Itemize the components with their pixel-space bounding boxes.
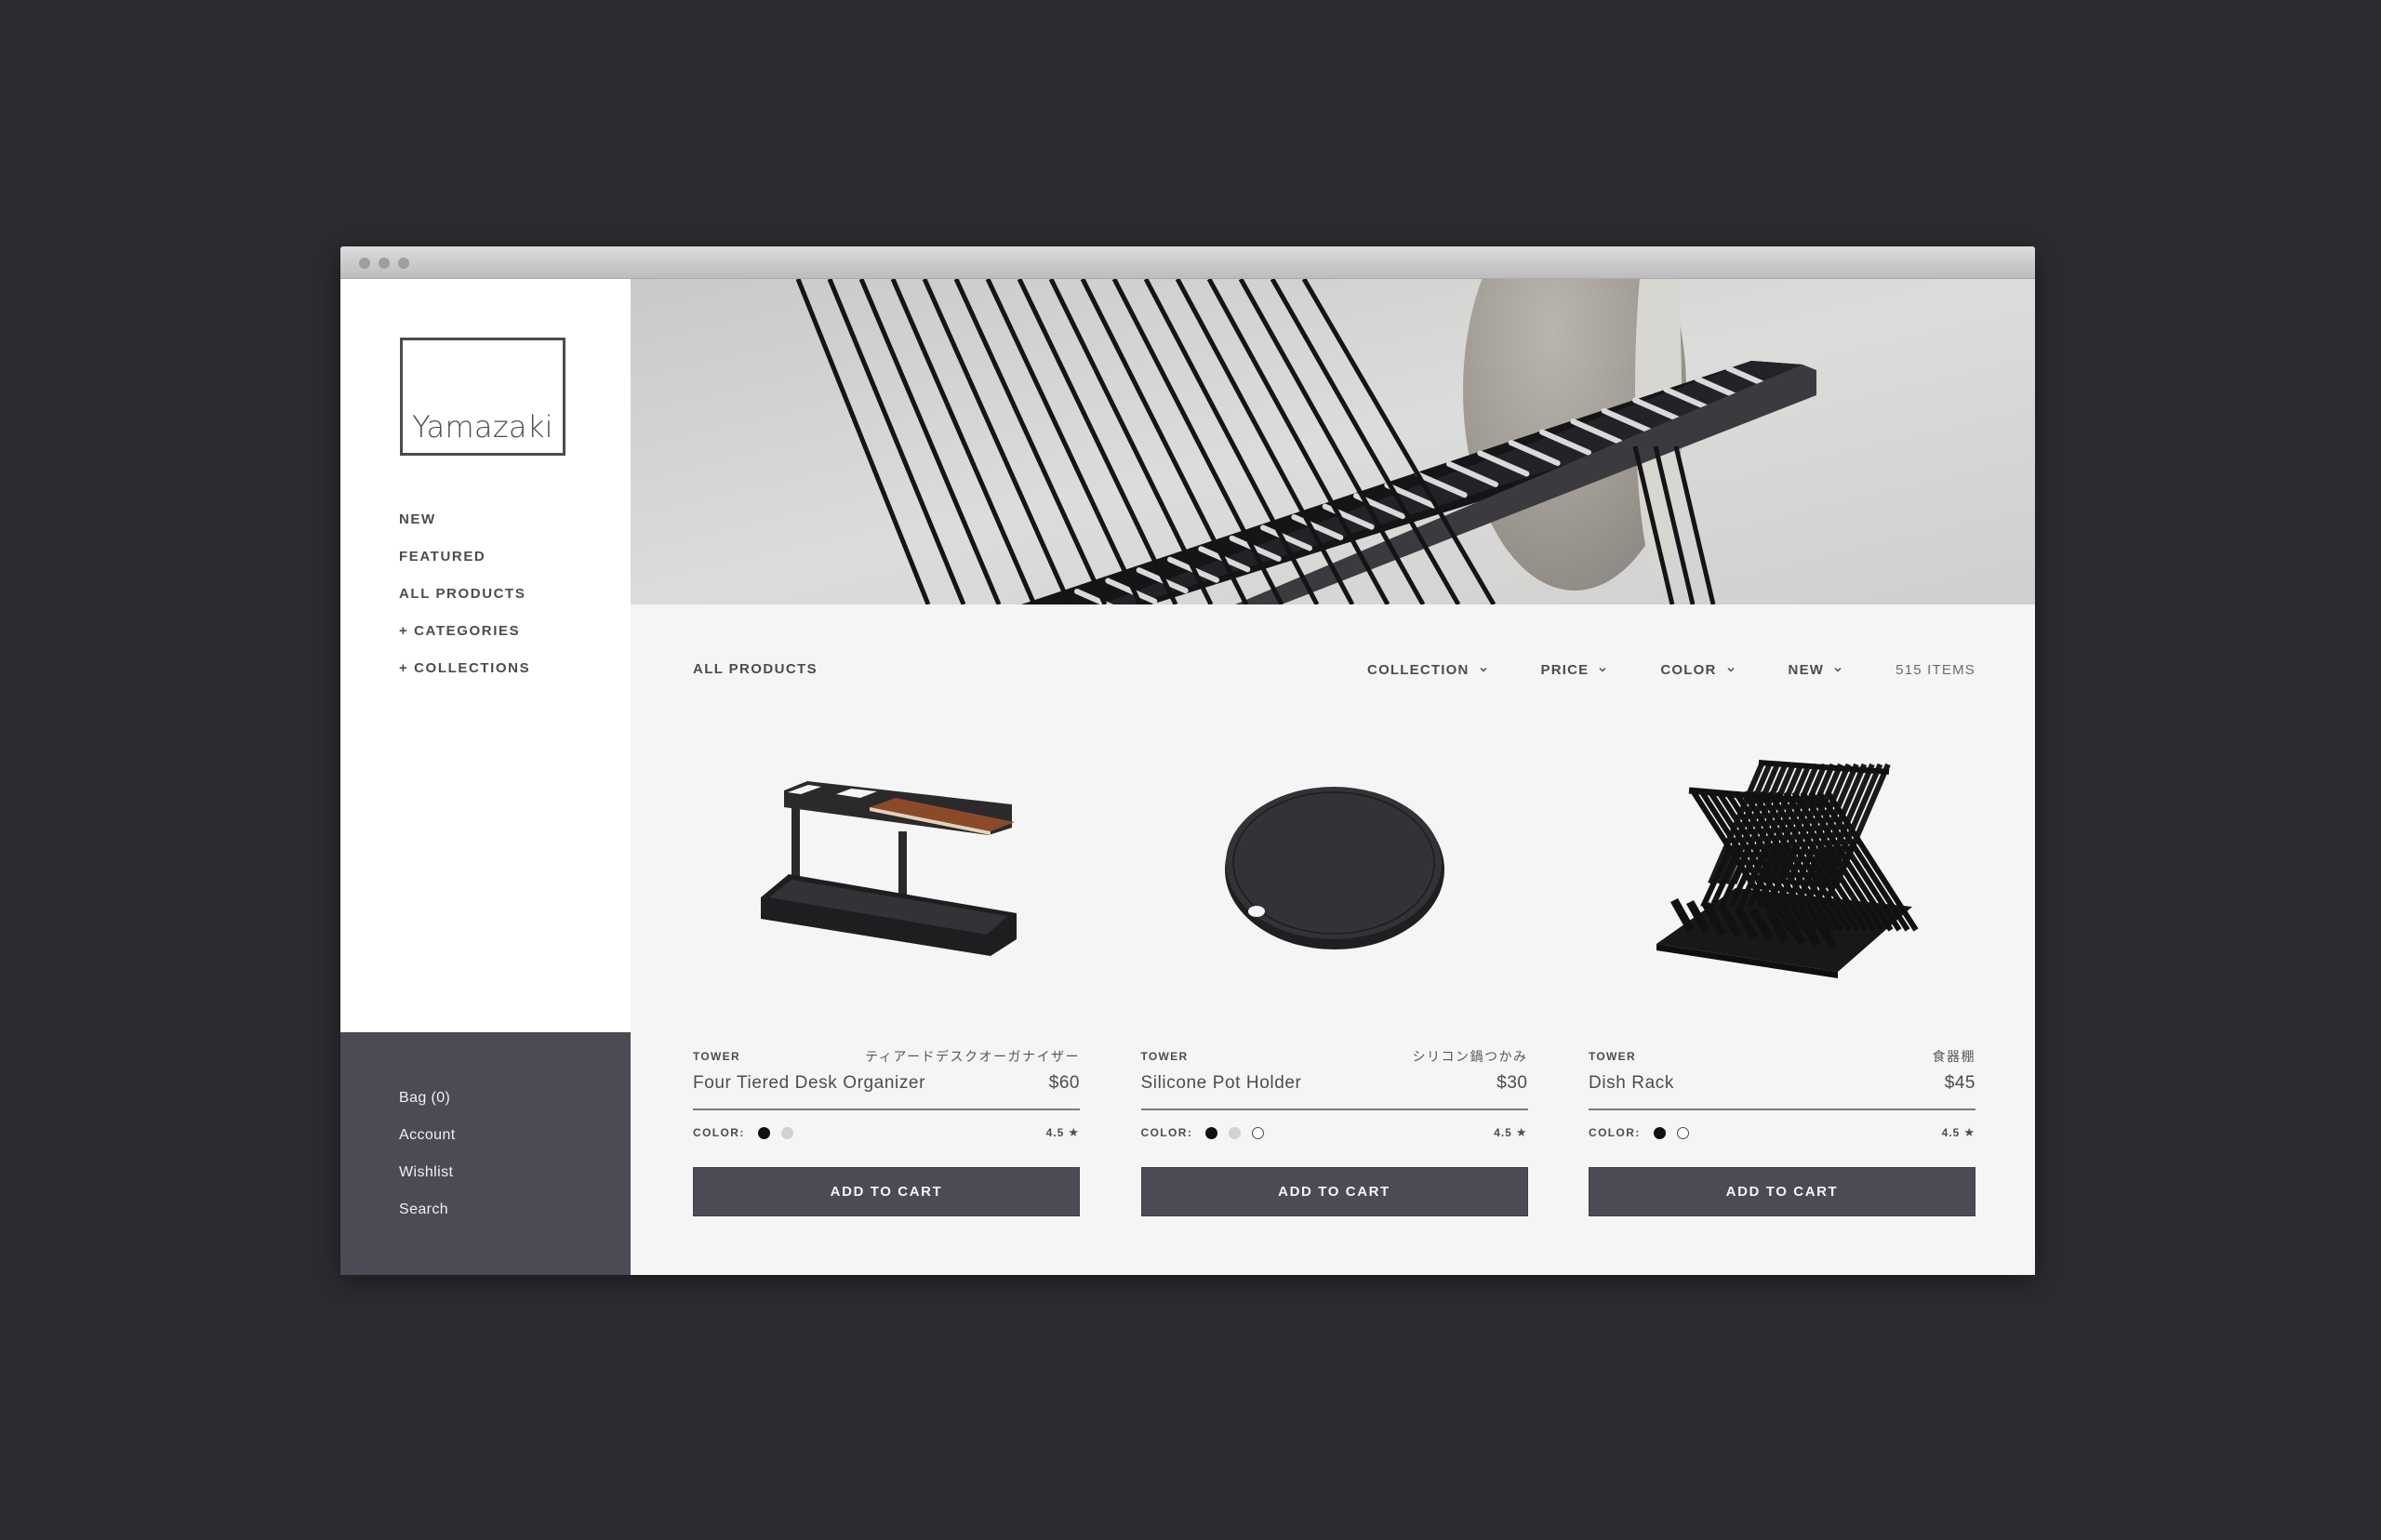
item-count: 515 ITEMS — [1895, 661, 1975, 678]
color-swatch-grey[interactable] — [1229, 1126, 1242, 1139]
product-divider — [1140, 1109, 1528, 1110]
color-swatches: COLOR: — [1141, 1126, 1276, 1139]
color-swatch-black[interactable] — [1205, 1126, 1218, 1139]
product-collection: TOWER — [1140, 1050, 1189, 1063]
product-color-row: COLOR: 4.5 ★ — [693, 1123, 1080, 1142]
color-label: COLOR: — [693, 1126, 745, 1139]
add-to-cart-button[interactable]: ADD TO CART — [1140, 1167, 1528, 1216]
wishlist-link[interactable]: Wishlist — [399, 1162, 456, 1200]
product-name-row: Dish Rack $45 — [1589, 1069, 1975, 1097]
rating-value: 4.5 — [1941, 1126, 1961, 1139]
product-rating: 4.5 ★ — [1046, 1125, 1080, 1140]
bag-link[interactable]: Bag (0) — [399, 1088, 456, 1125]
chevron-down-icon — [1599, 667, 1606, 672]
chevron-down-icon — [1834, 667, 1842, 672]
product-toolbar: ALL PRODUCTS COLLECTION PRICE COLOR NEW — [693, 658, 1975, 681]
search-link[interactable]: Search — [399, 1200, 456, 1237]
brand-name: Yamazaki — [412, 409, 553, 445]
product-name-row: Silicone Pot Holder $30 — [1141, 1069, 1528, 1097]
product-name[interactable]: Four Tiered Desk Organizer — [693, 1073, 925, 1094]
product-price: $45 — [1944, 1073, 1975, 1093]
product-name[interactable]: Silicone Pot Holder — [1141, 1073, 1302, 1094]
filter-new-label: NEW — [1788, 661, 1825, 678]
product-meta-row: TOWER シリコン鍋つかみ — [1141, 1047, 1528, 1066]
product-collection: TOWER — [693, 1050, 740, 1063]
product-japanese-name: ティアードデスクオーガナイザー — [865, 1050, 1080, 1065]
color-swatch-white[interactable] — [1252, 1126, 1265, 1139]
add-to-cart-button[interactable]: ADD TO CART — [1589, 1167, 1975, 1216]
hero-banner — [631, 279, 2035, 604]
main-nav: NEW FEATURED ALL PRODUCTS + CATEGORIES +… — [399, 511, 530, 697]
nav-item-categories[interactable]: + CATEGORIES — [399, 622, 530, 659]
sidebar-top: Yamazaki NEW FEATURED ALL PRODUCTS + CAT… — [340, 279, 631, 1032]
filter-collection[interactable]: COLLECTION — [1367, 662, 1489, 678]
product-name-row: Four Tiered Desk Organizer $60 — [693, 1069, 1080, 1097]
sidebar: Yamazaki NEW FEATURED ALL PRODUCTS + CAT… — [340, 279, 631, 1275]
sidebar-account-panel: Bag (0) Account Wishlist Search — [340, 1032, 631, 1275]
product-collection: TOWER — [1589, 1050, 1636, 1063]
color-label: COLOR: — [1140, 1126, 1193, 1139]
color-label: COLOR: — [1589, 1126, 1641, 1139]
brand-logo[interactable]: Yamazaki — [400, 338, 565, 456]
chevron-down-icon — [1727, 667, 1735, 672]
product-rating: 4.5 ★ — [1942, 1125, 1975, 1140]
product-rating: 4.5 ★ — [1494, 1125, 1527, 1140]
color-swatches: COLOR: — [1589, 1126, 1700, 1139]
product-grid: TOWER ティアードデスクオーガナイザー Four Tiered Desk O… — [693, 725, 1975, 1216]
product-color-row: COLOR: 4.5 ★ — [1141, 1123, 1528, 1142]
product-image-desk-organizer[interactable] — [693, 725, 1080, 1004]
color-swatch-white[interactable] — [1676, 1126, 1689, 1139]
star-icon: ★ — [1515, 1125, 1528, 1139]
listing-title: ALL PRODUCTS — [693, 661, 818, 677]
color-swatch-grey[interactable] — [780, 1126, 793, 1139]
product-name[interactable]: Dish Rack — [1589, 1073, 1674, 1094]
filter-collection-label: COLLECTION — [1367, 661, 1470, 678]
product-image-dish-rack[interactable] — [1589, 725, 1975, 1004]
color-swatch-black[interactable] — [1653, 1126, 1666, 1139]
window-close-button[interactable] — [359, 258, 370, 269]
account-link[interactable]: Account — [399, 1125, 456, 1162]
account-links: Bag (0) Account Wishlist Search — [399, 1088, 456, 1237]
nav-item-featured[interactable]: FEATURED — [399, 548, 530, 585]
hero-dish-rack-image — [631, 279, 2035, 604]
nav-item-collections[interactable]: + COLLECTIONS — [399, 659, 530, 697]
product-card: TOWER ティアードデスクオーガナイザー Four Tiered Desk O… — [693, 725, 1080, 1216]
rating-value: 4.5 — [1045, 1126, 1065, 1139]
product-divider — [693, 1109, 1080, 1110]
color-swatches: COLOR: — [693, 1126, 805, 1139]
desk-organizer-image — [761, 781, 1017, 956]
nav-item-new[interactable]: NEW — [399, 511, 530, 548]
product-meta-row: TOWER ティアードデスクオーガナイザー — [693, 1047, 1080, 1066]
browser-window: Yamazaki NEW FEATURED ALL PRODUCTS + CAT… — [340, 246, 2035, 1275]
filter-bar: COLLECTION PRICE COLOR NEW 515 ITEMS — [1367, 658, 1975, 681]
main-content: ALL PRODUCTS COLLECTION PRICE COLOR NEW — [631, 279, 2035, 1275]
rating-value: 4.5 — [1494, 1126, 1512, 1139]
window-titlebar — [340, 246, 2035, 279]
product-meta-row: TOWER 食器棚 — [1589, 1047, 1975, 1066]
pot-holder-image — [1224, 787, 1444, 949]
star-icon: ★ — [1068, 1125, 1080, 1139]
filter-new[interactable]: NEW — [1789, 662, 1844, 678]
product-card: TOWER 食器棚 Dish Rack $45 COLOR: 4.5 ★ ADD… — [1589, 725, 1975, 1216]
chevron-down-icon — [1480, 667, 1487, 672]
product-card: TOWER シリコン鍋つかみ Silicone Pot Holder $30 C… — [1140, 725, 1528, 1216]
color-swatch-black[interactable] — [757, 1126, 770, 1139]
product-japanese-name: 食器棚 — [1932, 1050, 1975, 1065]
product-divider — [1589, 1109, 1975, 1110]
product-image-pot-holder[interactable] — [1141, 725, 1528, 1004]
product-price: $60 — [1048, 1073, 1080, 1093]
nav-item-all-products[interactable]: ALL PRODUCTS — [399, 585, 530, 622]
dish-rack-image — [1656, 760, 1919, 978]
star-icon: ★ — [1963, 1125, 1975, 1139]
filter-price-label: PRICE — [1540, 661, 1590, 678]
product-japanese-name: シリコン鍋つかみ — [1412, 1050, 1528, 1065]
product-price: $30 — [1496, 1073, 1528, 1093]
window-maximize-button[interactable] — [398, 258, 409, 269]
window-minimize-button[interactable] — [379, 258, 390, 269]
filter-price[interactable]: PRICE — [1541, 662, 1609, 678]
product-color-row: COLOR: 4.5 ★ — [1589, 1123, 1975, 1142]
filter-color[interactable]: COLOR — [1660, 662, 1736, 678]
filter-color-label: COLOR — [1660, 661, 1717, 678]
add-to-cart-button[interactable]: ADD TO CART — [693, 1167, 1080, 1216]
